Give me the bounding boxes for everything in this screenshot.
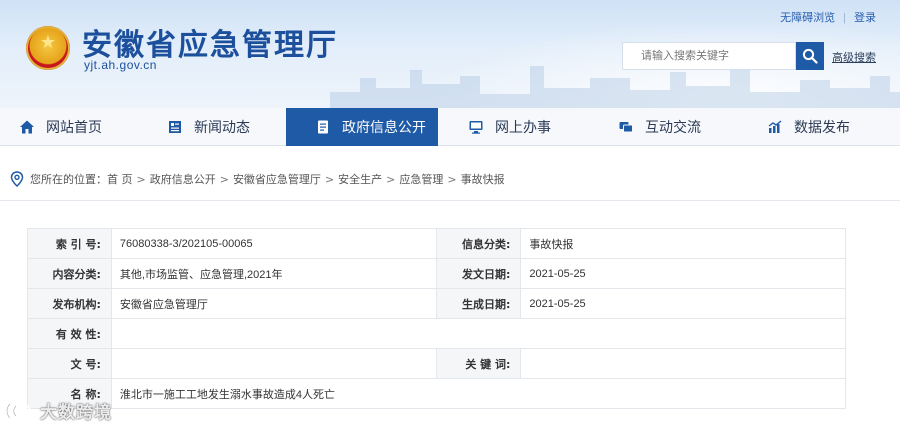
search-button[interactable] — [796, 42, 824, 70]
breadcrumb-accident-report[interactable]: 事故快报 — [461, 171, 505, 187]
index-label: 索 引 号: — [27, 228, 112, 259]
advanced-search-link[interactable]: 高级搜索 — [832, 49, 876, 65]
nav-item-news[interactable]: 新闻动态 — [166, 108, 286, 146]
chat-icon — [617, 118, 635, 136]
nav-label: 互动交流 — [645, 120, 701, 136]
category-value: 事故快报 — [520, 228, 846, 259]
index-value: 76080338-3/202105-00065 — [110, 228, 437, 259]
table-row: 文 号: 关 键 词: — [27, 348, 846, 379]
keywords-value — [520, 348, 846, 379]
nav-label: 政府信息公开 — [342, 120, 426, 136]
validity-label: 有 效 性: — [27, 318, 112, 349]
accessibility-link[interactable]: 无障碍浏览 — [780, 12, 835, 24]
breadcrumb-separator: > — [386, 172, 396, 186]
watermark-logo-icon — [6, 402, 31, 419]
breadcrumb-prefix: 您所在的位置： — [30, 173, 107, 186]
table-row: 发布机构: 安徽省应急管理厅 生成日期: 2021-05-25 — [27, 288, 846, 319]
site-domain: yjt.ah.gov.cn — [84, 58, 157, 72]
breadcrumb-safety[interactable]: 安全生产 — [338, 171, 382, 187]
watermark: 大数跨境 — [4, 398, 112, 423]
location-pin-icon — [10, 171, 24, 187]
breadcrumb-department[interactable]: 安徽省应急管理厅 — [233, 171, 321, 187]
table-row: 有 效 性: — [27, 318, 847, 349]
breadcrumb-separator: > — [136, 172, 146, 186]
nav-item-gov-info[interactable]: 政府信息公开 — [286, 108, 438, 146]
search-icon — [802, 48, 818, 64]
nav-item-interaction[interactable]: 互动交流 — [617, 108, 737, 146]
document-info-table: 索 引 号: 76080338-3/202105-00065 信息分类: 事故快… — [27, 228, 847, 409]
validity-value — [110, 318, 847, 349]
category-label: 信息分类: — [435, 228, 522, 259]
chart-icon — [766, 118, 784, 136]
monitor-icon — [467, 118, 485, 136]
breadcrumb-separator: > — [219, 172, 229, 186]
publisher-value: 安徽省应急管理厅 — [110, 288, 437, 319]
nav-label: 网站首页 — [46, 120, 102, 136]
table-row: 内容分类: 其他,市场监管、应急管理,2021年 发文日期: 2021-05-2… — [27, 258, 846, 289]
breadcrumb-gov-info[interactable]: 政府信息公开 — [150, 171, 216, 187]
main-nav: 网站首页 新闻动态 政府信息公开 网上办事 互动交流 数据发布 — [0, 108, 900, 146]
site-header: 安徽省应急管理厅 yjt.ah.gov.cn 无障碍浏览|登录 高级搜索 — [0, 0, 900, 108]
watermark-text: 大数跨境 — [40, 403, 112, 423]
table-row: 索 引 号: 76080338-3/202105-00065 信息分类: 事故快… — [27, 228, 846, 259]
content-category-label: 内容分类: — [27, 258, 112, 289]
document-number-value — [110, 348, 437, 379]
divider — [0, 200, 900, 201]
nav-item-data[interactable]: 数据发布 — [766, 108, 886, 146]
issue-date-label: 发文日期: — [435, 258, 522, 289]
created-date-value: 2021-05-25 — [520, 288, 846, 319]
breadcrumb: 您所在的位置： 首 页 > 政府信息公开 > 安徽省应急管理厅 > 安全生产 > 应急管… — [10, 168, 505, 190]
table-row: 名 称: 淮北市一施工工地发生溺水事故造成4人死亡 — [27, 378, 847, 409]
home-icon — [18, 118, 36, 136]
breadcrumb-emergency[interactable]: 应急管理 — [399, 171, 443, 187]
news-icon — [166, 118, 184, 136]
nav-label: 新闻动态 — [194, 120, 250, 136]
nav-label: 数据发布 — [794, 120, 850, 136]
document-number-label: 文 号: — [27, 348, 112, 379]
login-link[interactable]: 登录 — [854, 12, 876, 24]
document-icon — [314, 118, 332, 136]
search-input[interactable] — [622, 42, 796, 70]
divider: | — [843, 12, 846, 24]
breadcrumb-separator: > — [447, 172, 457, 186]
content-category-value: 其他,市场监管、应急管理,2021年 — [110, 258, 437, 289]
nav-label: 网上办事 — [495, 120, 551, 136]
top-links: 无障碍浏览 | 登录 — [780, 9, 876, 25]
nav-item-home[interactable]: 网站首页 — [18, 108, 138, 146]
national-emblem-logo — [26, 26, 70, 70]
created-date-label: 生成日期: — [435, 288, 522, 319]
title-value: 淮北市一施工工地发生溺水事故造成4人死亡 — [110, 378, 847, 409]
publisher-label: 发布机构: — [27, 288, 112, 319]
nav-item-online-service[interactable]: 网上办事 — [467, 108, 587, 146]
keywords-label: 关 键 词: — [435, 348, 522, 379]
breadcrumb-home[interactable]: 首 页 — [107, 171, 133, 187]
breadcrumb-separator: > — [324, 172, 335, 186]
issue-date-value: 2021-05-25 — [520, 258, 846, 289]
